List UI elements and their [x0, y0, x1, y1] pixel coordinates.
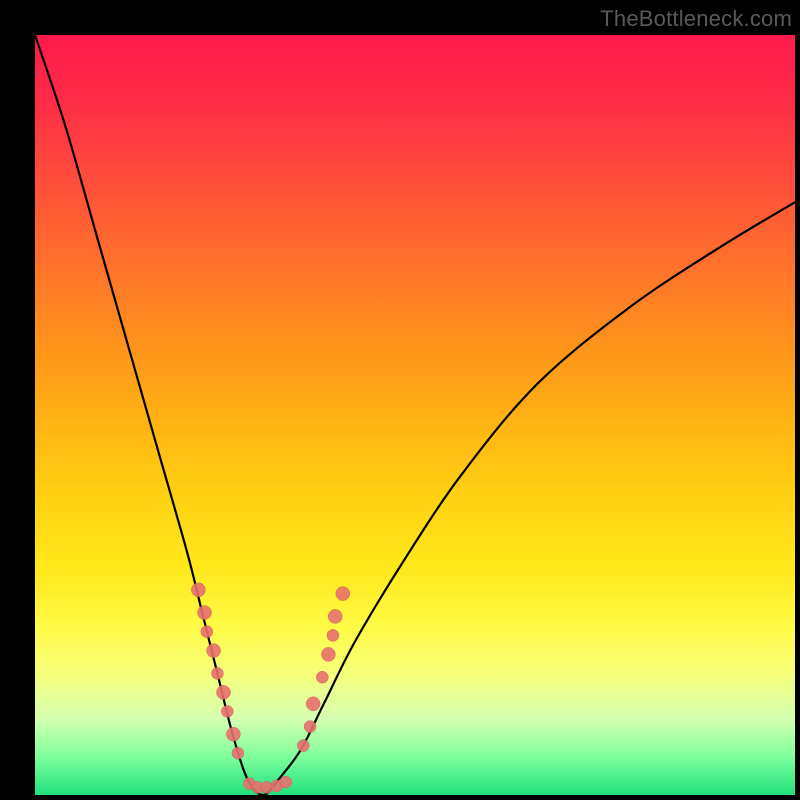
data-marker: [211, 667, 223, 679]
marker-group: [191, 583, 349, 794]
data-marker: [198, 606, 212, 620]
plot-area: [35, 35, 795, 795]
data-marker: [217, 685, 231, 699]
data-marker: [226, 727, 240, 741]
data-marker: [304, 721, 316, 733]
chart-frame: TheBottleneck.com: [0, 0, 800, 800]
data-marker: [232, 747, 244, 759]
data-marker: [280, 776, 292, 788]
bottleneck-curve: [35, 35, 795, 795]
curve-layer: [35, 35, 795, 795]
data-marker: [306, 697, 320, 711]
data-marker: [221, 705, 233, 717]
data-marker: [191, 583, 205, 597]
data-marker: [336, 587, 350, 601]
data-marker: [327, 629, 339, 641]
data-marker: [201, 626, 213, 638]
data-marker: [297, 740, 309, 752]
data-marker: [321, 647, 335, 661]
data-marker: [207, 644, 221, 658]
data-marker: [328, 609, 342, 623]
watermark-text: TheBottleneck.com: [600, 6, 792, 32]
data-marker: [316, 671, 328, 683]
